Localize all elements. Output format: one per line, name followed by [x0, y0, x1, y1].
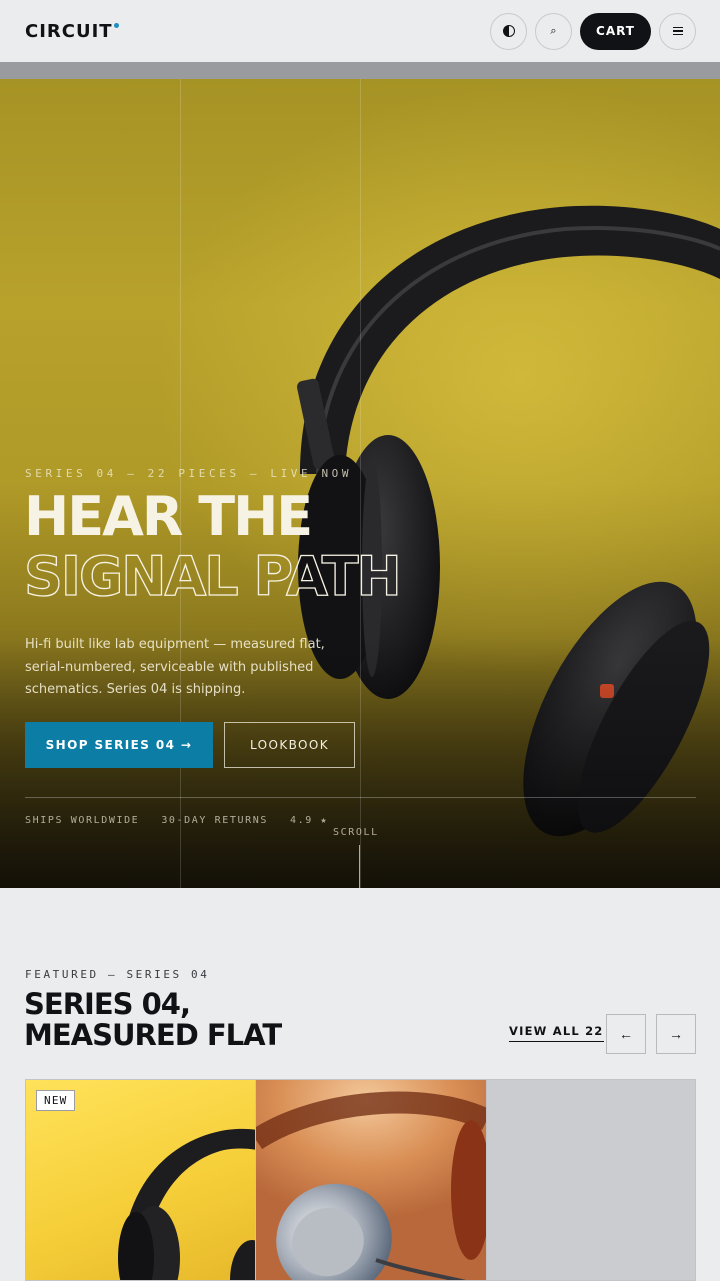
grid-line	[360, 79, 361, 888]
shop-series-button[interactable]: SHOP SERIES 04 →	[25, 722, 213, 768]
featured-title-line2: MEASURED FLAT	[24, 1018, 282, 1052]
featured-eyebrow: FEATURED — SERIES 04	[25, 968, 210, 981]
half-moon-icon	[502, 25, 515, 37]
divider	[25, 797, 696, 798]
carousel-prev-button[interactable]: ←	[606, 1014, 646, 1054]
hero-headline-line1: HEAR THE	[24, 485, 313, 548]
logo-dot	[113, 22, 119, 28]
site-header: CIRCUIT ⌕ CART	[0, 0, 720, 62]
hero-section: SERIES 04 — 22 PIECES — LIVE NOW HEAR TH…	[0, 79, 720, 888]
arrow-right-icon: →	[669, 1026, 683, 1042]
trust-item-shipping: SHIPS WORLDWIDE	[25, 815, 140, 826]
logo-text: CIRCUIT	[25, 20, 113, 42]
carousel-next-button[interactable]: →	[656, 1014, 696, 1054]
trust-bar: SHIPS WORLDWIDE 30-DAY RETURNS 4.9 ★	[25, 815, 328, 826]
trust-item-rating: 4.9 ★	[290, 815, 329, 826]
hero-headline-outline-text: SIGNAL PATH	[24, 545, 400, 607]
hero-description: Hi-fi built like lab equipment — measure…	[25, 637, 325, 697]
product-card-placeholder[interactable]	[486, 1080, 695, 1280]
arrow-left-icon: ←	[619, 1026, 633, 1042]
logo[interactable]: CIRCUIT	[25, 21, 119, 42]
product-card[interactable]: NEW	[26, 1080, 257, 1280]
page: CIRCUIT ⌕ CART SERIES 04 — 22 PIECES — L…	[0, 0, 720, 1281]
scroll-indicator-line	[359, 845, 360, 888]
featured-title: SERIES 04, MEASURED FLAT	[24, 987, 282, 1052]
featured-title-line1: SERIES 04,	[24, 987, 191, 1021]
product-carousel: NEW	[25, 1079, 696, 1281]
lookbook-button[interactable]: LOOKBOOK	[224, 722, 355, 768]
product-card[interactable]	[256, 1080, 487, 1280]
search-icon: ⌕	[550, 24, 557, 37]
cart-button[interactable]: CART	[580, 12, 651, 50]
hero-eyebrow: SERIES 04 — 22 PIECES — LIVE NOW	[25, 467, 353, 480]
scroll-indicator-label[interactable]: SCROLL	[333, 827, 379, 838]
view-all-link[interactable]: VIEW ALL 22	[509, 1024, 604, 1042]
outlined-headline: SIGNAL PATH	[23, 544, 402, 608]
product-image-earbud	[256, 1091, 486, 1280]
announcement-band	[0, 62, 720, 79]
hamburger-icon	[672, 26, 683, 36]
trust-item-returns: 30-DAY RETURNS	[161, 815, 268, 826]
menu-button[interactable]	[659, 12, 696, 50]
theme-toggle-button[interactable]	[490, 12, 528, 50]
header-actions: ⌕ CART	[490, 12, 696, 50]
new-badge: NEW	[36, 1090, 76, 1111]
hero-headline-line2: SIGNAL PATH	[23, 544, 404, 612]
search-button[interactable]: ⌕	[535, 12, 573, 50]
